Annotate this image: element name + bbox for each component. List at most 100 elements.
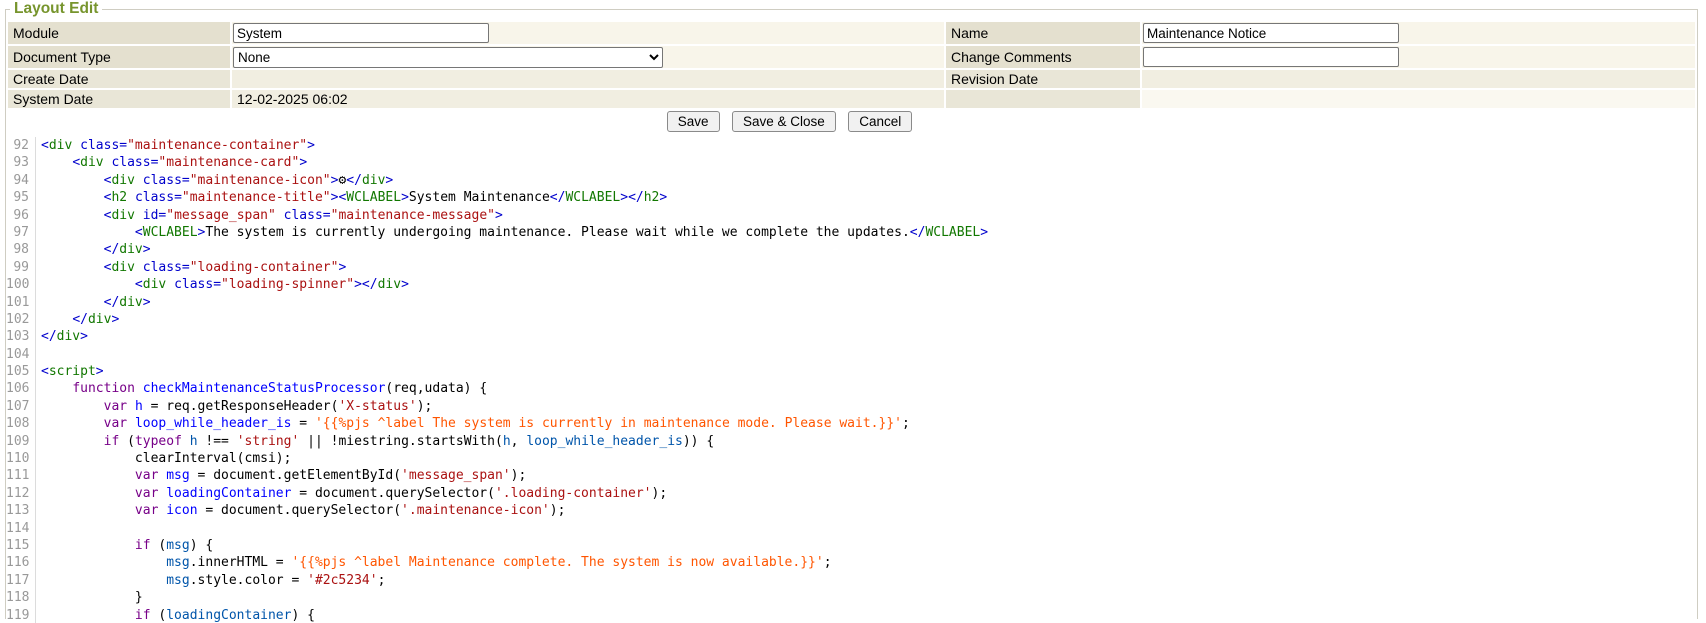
code-line[interactable]: 100 <div class="loading-spinner"></div> [6, 276, 1697, 293]
name-value-cell [1142, 22, 1695, 44]
line-number: 117 [6, 572, 34, 589]
line-number: 116 [6, 554, 34, 571]
line-number: 119 [6, 607, 34, 623]
line-number: 96 [6, 207, 34, 224]
revision-date-value [1142, 70, 1695, 88]
name-label: Name [946, 22, 1140, 44]
line-number: 115 [6, 537, 34, 554]
code-line[interactable]: 110 clearInterval(cmsi); [6, 450, 1697, 467]
line-number: 114 [6, 520, 34, 537]
code-text: msg.style.color = '#2c5234'; [41, 573, 385, 588]
module-input[interactable] [233, 23, 489, 43]
code-text: var msg = document.getElementById('messa… [41, 468, 526, 483]
revision-date-label: Revision Date [946, 70, 1140, 88]
code-line[interactable]: 116 msg.innerHTML = '{{%pjs ^label Maint… [6, 554, 1697, 571]
system-date-label: System Date [8, 90, 230, 108]
code-text: var loadingContainer = document.querySel… [41, 486, 667, 501]
cancel-button[interactable]: Cancel [848, 111, 912, 132]
document-type-select[interactable]: None [233, 47, 663, 68]
code-line[interactable]: 107 var h = req.getResponseHeader('X-sta… [6, 398, 1697, 415]
code-line[interactable]: 94 <div class="maintenance-icon">⚙</div> [6, 172, 1697, 189]
code-text: </div> [41, 242, 151, 257]
line-number: 103 [6, 328, 34, 345]
code-text: <div class="loading-container"> [41, 260, 346, 275]
change-comments-label: Change Comments [946, 46, 1140, 68]
module-label: Module [8, 22, 230, 44]
line-number: 113 [6, 502, 34, 519]
line-number: 92 [6, 137, 34, 154]
code-text: <div class="loading-spinner"></div> [41, 277, 409, 292]
code-line[interactable]: 101 </div> [6, 294, 1697, 311]
code-text: <div id="message_span" class="maintenanc… [41, 208, 503, 223]
code-line[interactable]: 108 var loop_while_header_is = '{{%pjs ^… [6, 415, 1697, 432]
system-date-value: 12-02-2025 06:02 [232, 90, 944, 108]
code-line[interactable]: 103 </div> [6, 328, 1697, 345]
line-number: 102 [6, 311, 34, 328]
code-line[interactable]: 111 var msg = document.getElementById('m… [6, 467, 1697, 484]
code-text: <WCLABEL>The system is currently undergo… [41, 225, 988, 240]
button-bar: Save Save & Close Cancel [6, 110, 1697, 134]
line-number: 99 [6, 259, 34, 276]
code-text: clearInterval(cmsi); [41, 451, 291, 466]
code-line[interactable]: 98 </div> [6, 241, 1697, 258]
save-button[interactable]: Save [667, 111, 720, 132]
empty-label-cell [946, 90, 1140, 108]
gutter-divider [35, 137, 36, 623]
code-line[interactable]: 113 var icon = document.querySelector('.… [6, 502, 1697, 519]
line-number: 95 [6, 189, 34, 206]
code-text: </div> [41, 295, 151, 310]
code-line[interactable]: 96 <div id="message_span" class="mainten… [6, 207, 1697, 224]
page-title: Layout Edit [10, 0, 102, 18]
code-text: if (msg) { [41, 538, 213, 553]
code-text: </div> [41, 312, 119, 327]
code-line[interactable]: 119 if (loadingContainer) { [6, 607, 1697, 623]
line-number: 111 [6, 467, 34, 484]
line-number: 98 [6, 241, 34, 258]
code-line[interactable]: 93 <div class="maintenance-card"> [6, 154, 1697, 171]
code-line[interactable]: 97 <WCLABEL>The system is currently unde… [6, 224, 1697, 241]
line-number: 105 [6, 363, 34, 380]
code-line[interactable]: 102 </div> [6, 311, 1697, 328]
code-line[interactable]: 95 <h2 class="maintenance-title"><WCLABE… [6, 189, 1697, 206]
code-text: function checkMaintenanceStatusProcessor… [41, 381, 487, 396]
code-text: msg.innerHTML = '{{%pjs ^label Maintenan… [41, 555, 832, 570]
code-text: <div class="maintenance-container"> [41, 138, 315, 153]
code-text: <div class="maintenance-icon">⚙</div> [41, 173, 393, 188]
line-number: 101 [6, 294, 34, 311]
document-type-value-cell: None [232, 46, 944, 68]
line-number: 104 [6, 346, 34, 363]
line-number: 93 [6, 154, 34, 171]
name-input[interactable] [1143, 23, 1399, 43]
code-line[interactable]: 106 function checkMaintenanceStatusProce… [6, 380, 1697, 397]
line-number: 106 [6, 380, 34, 397]
change-comments-input[interactable] [1143, 47, 1399, 67]
code-text: if (typeof h !== 'string' || !miestring.… [41, 434, 714, 449]
line-number: 100 [6, 276, 34, 293]
line-number: 112 [6, 485, 34, 502]
code-line[interactable]: 118 } [6, 589, 1697, 606]
code-text: <div class="maintenance-card"> [41, 155, 307, 170]
module-value-cell [232, 22, 944, 44]
code-line[interactable]: 117 msg.style.color = '#2c5234'; [6, 572, 1697, 589]
code-text: <script> [41, 364, 104, 379]
code-line[interactable]: 115 if (msg) { [6, 537, 1697, 554]
code-text: </div> [41, 329, 88, 344]
save-and-close-button[interactable]: Save & Close [732, 111, 836, 132]
code-line[interactable]: 92 <div class="maintenance-container"> [6, 137, 1697, 154]
code-text: } [41, 590, 143, 605]
code-line[interactable]: 104 [6, 346, 1697, 363]
layout-edit-form: Module Name Document Type None Change Co… [8, 22, 1695, 108]
create-date-label: Create Date [8, 70, 230, 88]
line-number: 107 [6, 398, 34, 415]
code-line[interactable]: 109 if (typeof h !== 'string' || !miestr… [6, 433, 1697, 450]
line-number: 94 [6, 172, 34, 189]
code-editor[interactable]: 92 <div class="maintenance-container">93 … [6, 137, 1697, 623]
code-line[interactable]: 99 <div class="loading-container"> [6, 259, 1697, 276]
code-line[interactable]: 114 [6, 520, 1697, 537]
code-line[interactable]: 112 var loadingContainer = document.quer… [6, 485, 1697, 502]
code-text: if (loadingContainer) { [41, 608, 315, 623]
create-date-value [232, 70, 944, 88]
empty-value-cell [1142, 90, 1695, 108]
line-number: 108 [6, 415, 34, 432]
code-line[interactable]: 105 <script> [6, 363, 1697, 380]
